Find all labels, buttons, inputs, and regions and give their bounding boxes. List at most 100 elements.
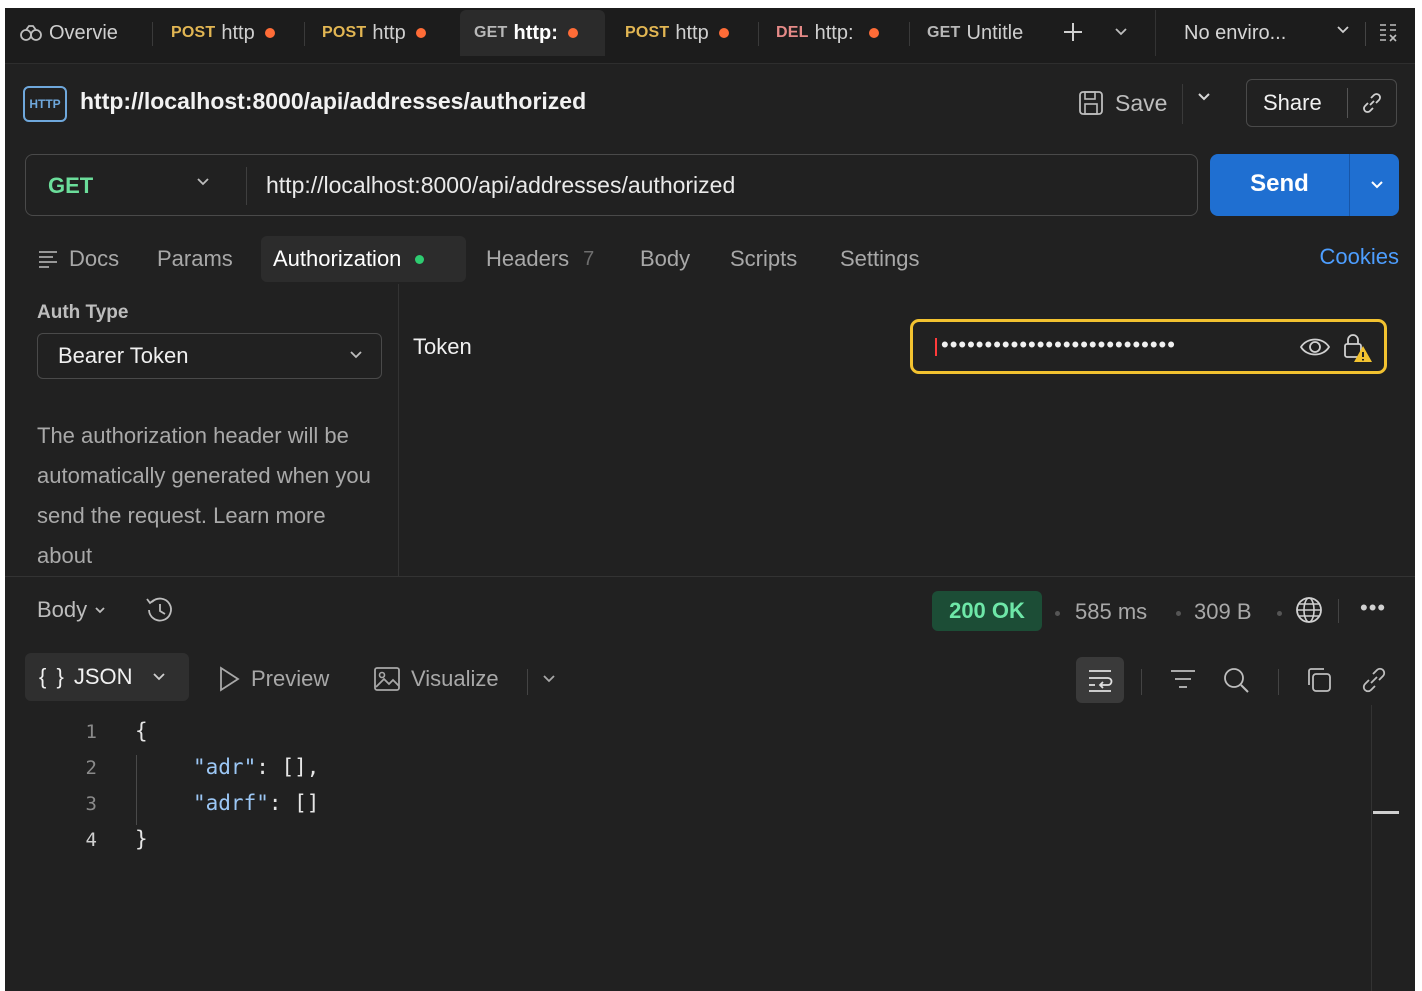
tab-get-untitled[interactable]: GET Untitle — [913, 10, 1045, 56]
token-label: Token — [413, 334, 472, 359]
token-value: ••••••••••••••••••••••••••• — [941, 332, 1176, 357]
response-json-viewer[interactable]: 1 { 2 "adr": [], 3 "adrf": [] 4 } — [5, 715, 1371, 991]
tab-method: GET — [927, 24, 961, 41]
tab-method: POST — [322, 24, 367, 41]
code-line: "adrf": [] — [193, 791, 319, 815]
minimap-scrollbar[interactable] — [1371, 705, 1372, 991]
tab-list-chevron-icon[interactable] — [1108, 18, 1134, 46]
search-icon[interactable] — [1221, 665, 1251, 695]
tab-scripts-label: Scripts — [730, 246, 798, 271]
unsaved-dot — [868, 28, 879, 38]
tab-method: GET — [474, 24, 508, 41]
save-options-button[interactable] — [1195, 88, 1213, 111]
tab-settings[interactable]: Settings — [840, 236, 920, 282]
chevron-down-icon — [1337, 26, 1349, 34]
response-body-label: Body — [37, 597, 88, 622]
url-bar: GET http://localhost:8000/api/addresses/… — [25, 154, 1198, 216]
copy-icon[interactable] — [1304, 665, 1334, 695]
tab-headers-label: Headers — [486, 246, 570, 271]
status-badge[interactable]: 200 OK — [932, 591, 1042, 631]
env-quick-look-icon[interactable] — [1373, 18, 1403, 46]
tab-settings-label: Settings — [840, 246, 920, 271]
share-label: Share — [1263, 90, 1322, 115]
cookies-link[interactable]: Cookies — [1320, 244, 1399, 270]
share-button[interactable]: Share — [1246, 79, 1397, 127]
text-cursor — [935, 338, 937, 356]
image-icon — [374, 667, 400, 691]
json-key: "adrf" — [193, 791, 269, 815]
response-body-tab[interactable]: Body — [37, 597, 107, 623]
lock-warning-icon[interactable] — [1343, 332, 1373, 364]
tab-label: http — [372, 21, 406, 44]
line-number: 3 — [85, 793, 97, 815]
tab-method: POST — [171, 24, 216, 41]
link-icon[interactable] — [1359, 665, 1389, 695]
token-input[interactable]: ••••••••••••••••••••••••••• — [910, 319, 1387, 374]
chevron-down-icon — [350, 351, 362, 359]
auth-description: The authorization header will be automat… — [37, 423, 371, 568]
tab-delete[interactable]: DEL http: — [762, 10, 910, 56]
tab-label: Overvie — [49, 21, 118, 44]
tab-post-2[interactable]: POST http — [308, 10, 456, 56]
eye-icon[interactable] — [1299, 334, 1331, 360]
chevron-down-icon — [152, 673, 165, 681]
tab-get-active[interactable]: GET http: — [460, 10, 605, 56]
url-input[interactable]: http://localhost:8000/api/addresses/auth… — [266, 172, 735, 199]
format-label: JSON — [73, 664, 133, 689]
more-options-button[interactable]: ••• — [1360, 595, 1386, 621]
request-tab-strip: Overvie POST http POST http GET http: PO… — [5, 8, 1415, 64]
environment-selector[interactable]: No enviro... — [1155, 10, 1365, 56]
tab-params[interactable]: Params — [157, 236, 233, 282]
tab-authorization[interactable]: Authorization — [261, 236, 466, 282]
history-icon[interactable] — [141, 595, 175, 625]
wrap-lines-button[interactable] — [1076, 657, 1124, 703]
preview-label: Preview — [251, 666, 330, 691]
auth-set-dot — [415, 254, 425, 264]
chevron-down-icon[interactable] — [194, 173, 212, 191]
filter-icon[interactable] — [1168, 665, 1198, 693]
save-label: Save — [1115, 89, 1168, 116]
tab-label: http: — [814, 21, 854, 44]
globe-icon[interactable] — [1294, 595, 1324, 625]
auth-type-label: Auth Type — [37, 302, 129, 323]
tab-post-1[interactable]: POST http — [157, 10, 305, 56]
tab-docs[interactable]: Docs — [37, 236, 119, 282]
tab-headers[interactable]: Headers 7 — [486, 236, 594, 282]
environment-label: No enviro... — [1184, 21, 1287, 44]
tab-post-3[interactable]: POST http — [611, 10, 759, 56]
tab-docs-label: Docs — [69, 246, 120, 271]
save-button[interactable]: Save — [1077, 84, 1167, 122]
tab-overview[interactable]: Overvie — [5, 10, 153, 56]
visualize-label: Visualize — [411, 666, 499, 691]
tab-authorization-label: Authorization — [273, 246, 402, 271]
unsaved-dot — [567, 28, 578, 38]
request-title[interactable]: http://localhost:8000/api/addresses/auth… — [80, 88, 586, 115]
play-icon — [220, 666, 240, 692]
chevron-down-icon — [1198, 93, 1210, 101]
minimap-viewport[interactable] — [1373, 811, 1399, 814]
format-select[interactable]: { } JSON — [25, 653, 189, 701]
unsaved-dot — [719, 28, 730, 38]
tab-body[interactable]: Body — [640, 236, 690, 282]
code-line: { — [135, 719, 148, 743]
chevron-down-icon[interactable] — [1368, 176, 1386, 194]
response-size[interactable]: 309 B — [1194, 599, 1252, 625]
response-time[interactable]: 585 ms — [1075, 599, 1147, 625]
tab-scripts[interactable]: Scripts — [730, 236, 797, 282]
chevron-down-icon[interactable] — [541, 671, 557, 687]
preview-button[interactable]: Preview — [215, 665, 329, 693]
auth-type-column: Auth Type Bearer Token The authorization… — [5, 284, 399, 576]
request-header: HTTP http://localhost:8000/api/addresses… — [5, 64, 1415, 140]
send-button[interactable]: Send — [1210, 154, 1399, 216]
auth-type-value: Bearer Token — [58, 343, 189, 368]
braces-icon: { } — [39, 664, 66, 689]
tab-label: http — [221, 21, 255, 44]
new-tab-icon[interactable] — [1058, 18, 1088, 46]
link-icon[interactable] — [1348, 91, 1396, 115]
auth-type-select[interactable]: Bearer Token — [37, 333, 382, 379]
docs-icon — [39, 251, 57, 268]
json-value: : [] — [268, 791, 320, 815]
method-select[interactable]: GET — [48, 173, 93, 199]
json-value: : [], — [256, 755, 320, 779]
visualize-button[interactable]: Visualize — [373, 665, 499, 693]
